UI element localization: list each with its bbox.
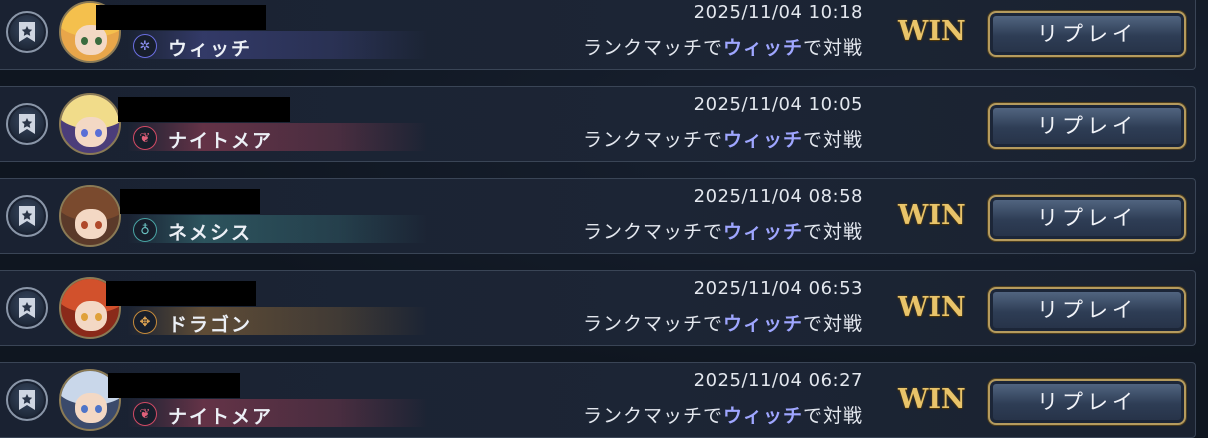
favorite-button[interactable] [6, 11, 48, 53]
nightmare-emblem-icon: ❦ [133, 402, 157, 426]
bookmark-star-icon [19, 22, 35, 42]
nemesis-emblem-icon: ♁ [133, 218, 157, 242]
match-timestamp: 2025/11/04 08:58 [693, 186, 863, 207]
replay-button[interactable]: リプレイ [988, 103, 1186, 149]
opponent-avatar [59, 185, 121, 247]
bookmark-star-icon [19, 298, 35, 318]
opponent-name-redacted [118, 97, 290, 122]
match-timestamp: 2025/11/04 06:27 [693, 370, 863, 391]
match-result: WIN [898, 200, 966, 231]
match-description: ランクマッチでウィッチで対戦 [582, 221, 863, 243]
bookmark-star-icon [19, 114, 35, 134]
nightmare-emblem-icon: ❦ [133, 126, 157, 150]
match-row: ❦ ナイトメア 2025/11/04 06:27 ランクマッチでウィッチで対戦 … [0, 362, 1196, 438]
match-result: WIN [898, 16, 966, 47]
opponent-class-name: ナイトメア [168, 406, 274, 428]
replay-button[interactable]: リプレイ [988, 11, 1186, 57]
opponent-class-name: ナイトメア [168, 130, 274, 152]
bookmark-star-icon [19, 390, 35, 410]
witch-emblem-icon: ✲ [133, 34, 157, 58]
match-row: ✥ ドラゴン 2025/11/04 06:53 ランクマッチでウィッチで対戦 W… [0, 270, 1196, 346]
match-row: ❦ ナイトメア 2025/11/04 10:05 ランクマッチでウィッチで対戦 … [0, 86, 1196, 162]
dragon-emblem-icon: ✥ [133, 310, 157, 334]
opponent-name-redacted [108, 373, 240, 398]
opponent-name-redacted [106, 281, 256, 306]
match-description: ランクマッチでウィッチで対戦 [582, 37, 863, 59]
match-timestamp: 2025/11/04 06:53 [693, 278, 863, 299]
bookmark-star-icon [19, 206, 35, 226]
match-timestamp: 2025/11/04 10:05 [693, 94, 863, 115]
match-description: ランクマッチでウィッチで対戦 [582, 313, 863, 335]
favorite-button[interactable] [6, 195, 48, 237]
favorite-button[interactable] [6, 287, 48, 329]
replay-button[interactable]: リプレイ [988, 287, 1186, 333]
match-description: ランクマッチでウィッチで対戦 [582, 129, 863, 151]
match-result: WIN [898, 292, 966, 323]
opponent-class-name: ドラゴン [168, 314, 253, 336]
match-row: ♁ ネメシス 2025/11/04 08:58 ランクマッチでウィッチで対戦 W… [0, 178, 1196, 254]
match-description: ランクマッチでウィッチで対戦 [582, 405, 863, 427]
match-timestamp: 2025/11/04 10:18 [693, 2, 863, 23]
replay-button[interactable]: リプレイ [988, 379, 1186, 425]
opponent-avatar [59, 93, 121, 155]
favorite-button[interactable] [6, 379, 48, 421]
match-history-list: ✲ ウィッチ 2025/11/04 10:18 ランクマッチでウィッチで対戦 W… [0, 0, 1208, 438]
match-result: WIN [898, 384, 966, 415]
opponent-name-redacted [120, 189, 260, 214]
match-row: ✲ ウィッチ 2025/11/04 10:18 ランクマッチでウィッチで対戦 W… [0, 0, 1196, 70]
opponent-class-name: ネメシス [168, 222, 253, 244]
replay-button[interactable]: リプレイ [988, 195, 1186, 241]
opponent-class-name: ウィッチ [168, 38, 253, 60]
opponent-name-redacted [96, 5, 266, 30]
favorite-button[interactable] [6, 103, 48, 145]
